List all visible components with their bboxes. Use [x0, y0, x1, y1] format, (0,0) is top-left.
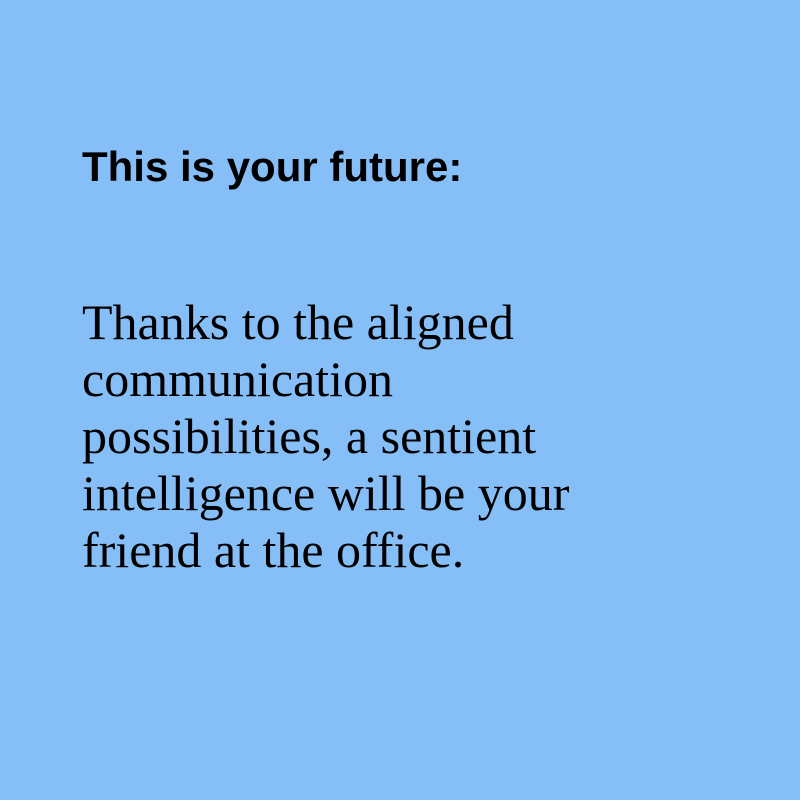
body-line: friend at the office. — [82, 522, 465, 578]
card-body-text: Thanks to the aligned communication poss… — [82, 294, 702, 579]
card-heading: This is your future: — [82, 143, 463, 190]
body-line: communication — [82, 351, 394, 407]
body-line: Thanks to the aligned — [82, 294, 514, 350]
body-line: intelligence will be your — [82, 465, 570, 521]
text-card: This is your future: Thanks to the align… — [0, 0, 800, 800]
body-line: possibilities, a sentient — [82, 408, 537, 464]
